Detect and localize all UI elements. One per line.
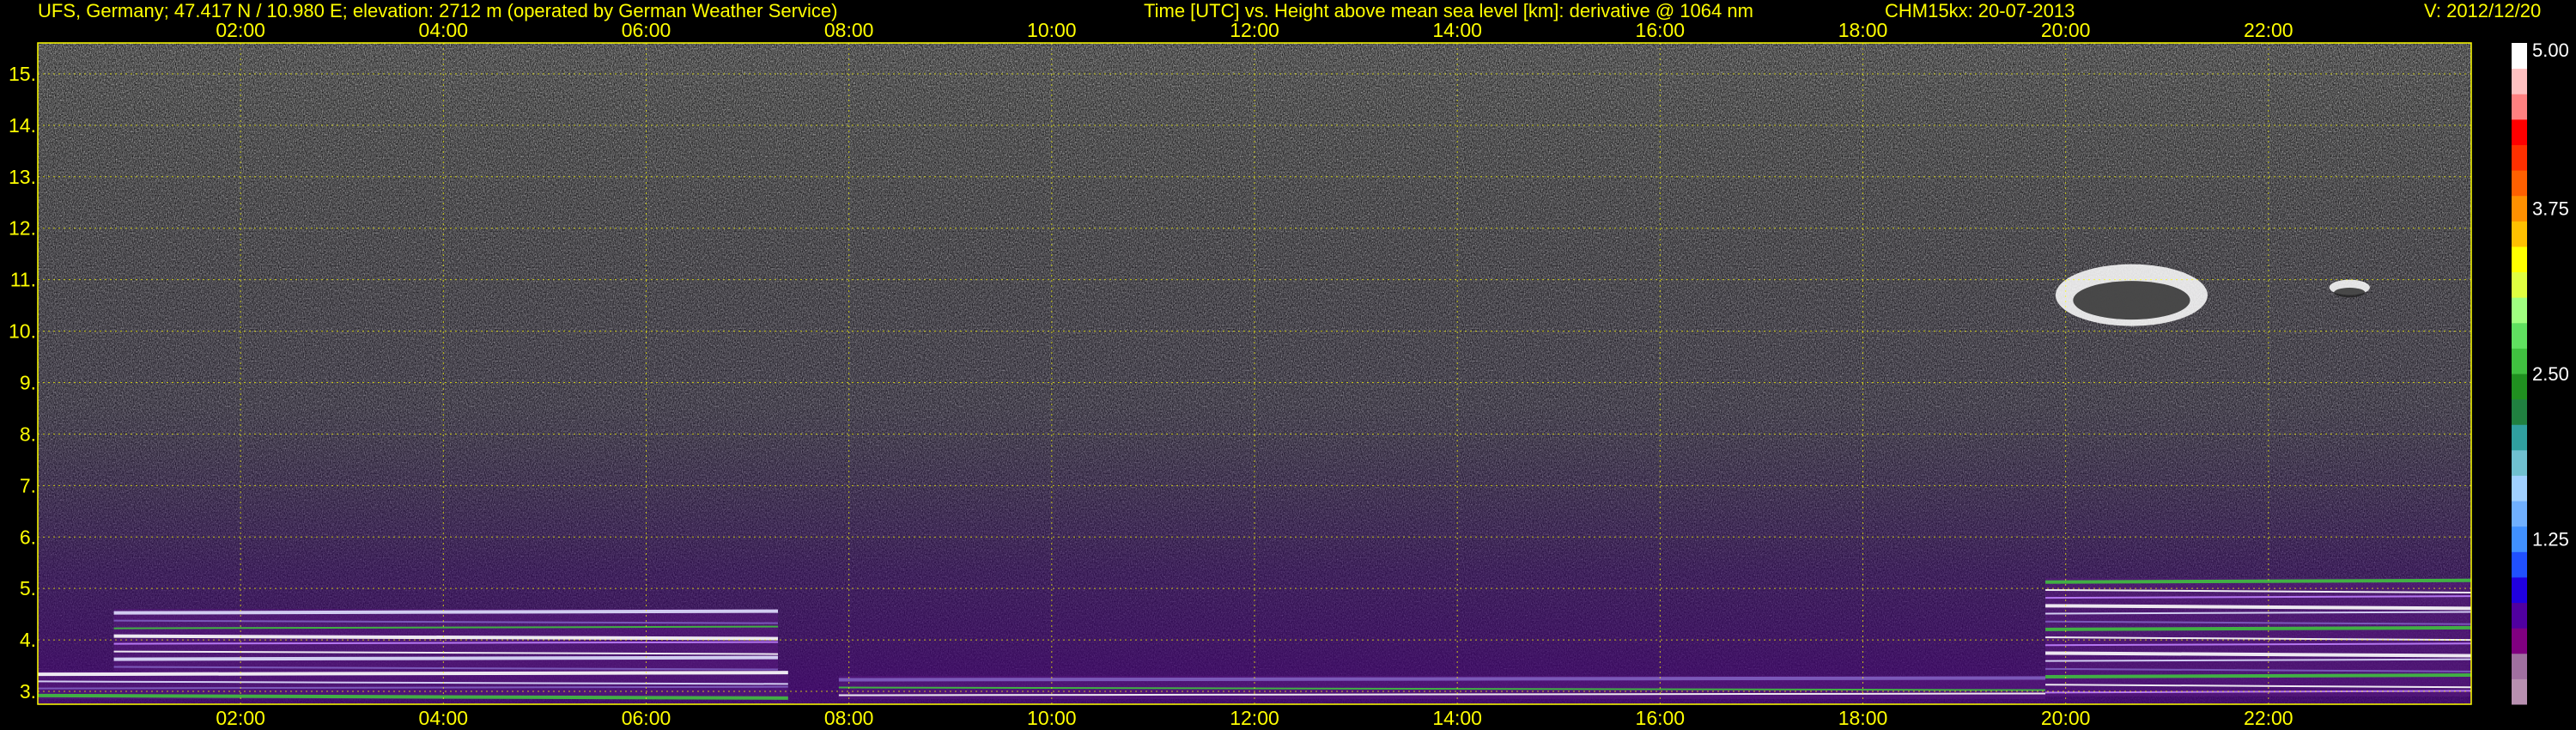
x-tick-top-12:00: 12:00 (1230, 19, 1279, 41)
y-tick-11: 11. (10, 269, 36, 291)
y-tick-4: 4. (20, 629, 36, 651)
y-tick-10: 10. (9, 320, 36, 343)
colorbar-segment-4 (2512, 576, 2527, 604)
y-tick-13: 13. (9, 166, 36, 188)
colorbar-segment-25 (2512, 43, 2527, 70)
colorbar-segment-11 (2512, 398, 2527, 425)
x-axis-top: 02:00 04:00 06:00 08:00 10:00 12:00 14:00 16:00… (216, 19, 2293, 41)
colorbar-segment-14 (2512, 322, 2527, 349)
colorbar: 5.00 3.75 2.50 1.25 (2512, 40, 2569, 705)
colorbar-segment-22 (2512, 119, 2527, 145)
x-tick-bottom-02:00: 02:00 (216, 707, 265, 729)
colorbar-segment-10 (2512, 424, 2527, 451)
colorbar-tick-3.75: 3.75 (2532, 198, 2569, 220)
colorbar-segment-8 (2512, 475, 2527, 502)
x-tick-top-18:00: 18:00 (1838, 19, 1888, 41)
feature-aerosol-layer-lower- (38, 671, 788, 700)
y-tick-7: 7. (20, 474, 36, 496)
colorbar-segment-24 (2512, 68, 2527, 94)
x-tick-top-04:00: 04:00 (419, 19, 469, 41)
y-tick-3: 3. (20, 680, 36, 703)
feature-aerosol-layer-evening- (2045, 578, 2471, 697)
colorbar-segment-5 (2512, 551, 2527, 578)
x-tick-bottom-12:00: 12:00 (1230, 707, 1279, 729)
y-tick-5: 5. (20, 577, 36, 599)
x-tick-top-14:00: 14:00 (1432, 19, 1482, 41)
x-tick-bottom-18:00: 18:00 (1838, 707, 1888, 729)
x-tick-bottom-08:00: 08:00 (824, 707, 874, 729)
x-tick-bottom-10:00: 10:00 (1027, 707, 1077, 729)
colorbar-segment-18 (2512, 221, 2527, 247)
y-tick-6: 6. (20, 526, 36, 548)
y-tick-9: 9. (20, 371, 36, 393)
colorbar-segment-21 (2512, 144, 2527, 171)
colorbar-tick-1.25: 1.25 (2532, 529, 2569, 551)
colorbar-tick-2.50: 2.50 (2532, 363, 2569, 385)
x-tick-top-02:00: 02:00 (216, 19, 265, 41)
x-tick-bottom-20:00: 20:00 (2041, 707, 2091, 729)
colorbar-segment-16 (2512, 271, 2527, 298)
feature-cloud (2055, 264, 2208, 326)
x-tick-top-10:00: 10:00 (1027, 19, 1077, 41)
feature-surface-layer (838, 676, 2046, 700)
y-tick-8: 8. (20, 423, 36, 445)
colorbar-segment-7 (2512, 501, 2527, 527)
colorbar-segment-1 (2512, 653, 2527, 679)
x-tick-bottom-16:00: 16:00 (1636, 707, 1686, 729)
colorbar-segment-3 (2512, 602, 2527, 629)
x-tick-top-20:00: 20:00 (2041, 19, 2091, 41)
colorbar-segment-20 (2512, 170, 2527, 197)
colorbar-segment-0 (2512, 678, 2527, 705)
x-tick-bottom-04:00: 04:00 (419, 707, 469, 729)
y-tick-15: 15. (9, 63, 36, 85)
colorbar-segment-2 (2512, 628, 2527, 654)
colorbar-segment-19 (2512, 195, 2527, 222)
x-axis-bottom: 02:00 04:00 06:00 08:00 10:00 12:00 14:00 16:00… (216, 707, 2293, 729)
x-tick-top-06:00: 06:00 (622, 19, 671, 41)
colorbar-segment-17 (2512, 246, 2527, 273)
colorbar-segment-12 (2512, 374, 2527, 400)
x-tick-top-16:00: 16:00 (1636, 19, 1686, 41)
y-tick-12: 12. (9, 217, 36, 240)
y-tick-14: 14. (9, 114, 36, 137)
colorbar-segment-9 (2512, 449, 2527, 476)
ceilometer-chart: 02:00 04:00 06:00 08:00 10:00 12:00 14:00 16:00… (9, 19, 2569, 729)
colorbar-segment-13 (2512, 348, 2527, 374)
colorbar-segment-23 (2512, 94, 2527, 120)
colorbar-segment-6 (2512, 526, 2527, 552)
x-tick-top-08:00: 08:00 (824, 19, 874, 41)
x-tick-bottom-14:00: 14:00 (1432, 707, 1482, 729)
y-axis: 3. 4. 5. 6. 7. 8. 9. 10. 11. 12. 13. 14. 15. (9, 63, 36, 703)
x-tick-top-22:00: 22:00 (2244, 19, 2293, 41)
colorbar-tick-5.00: 5.00 (2532, 40, 2569, 61)
x-tick-bottom-06:00: 06:00 (622, 707, 671, 729)
x-tick-bottom-22:00: 22:00 (2244, 707, 2293, 729)
colorbar-segment-15 (2512, 297, 2527, 324)
